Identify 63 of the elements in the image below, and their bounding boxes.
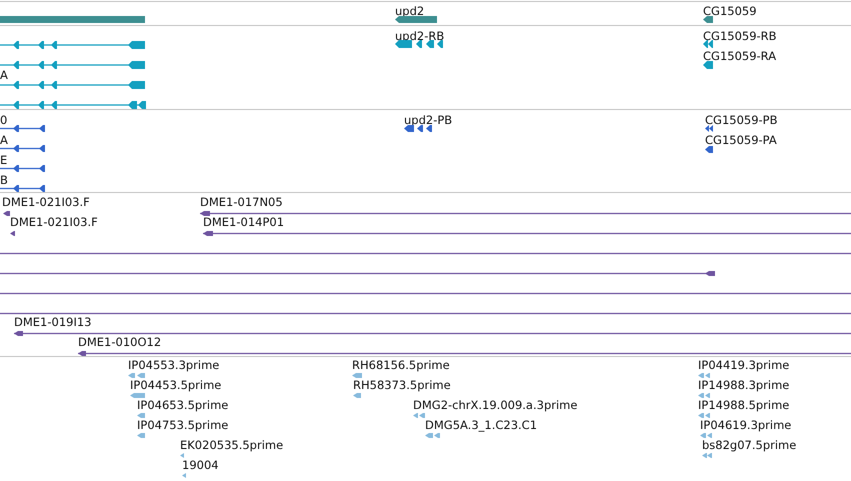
- feature-label: CG15059-RB: [703, 29, 777, 43]
- feature-label: B: [0, 173, 8, 187]
- feature-label: CG15059-PA: [705, 133, 777, 147]
- feature-label: upd2: [395, 4, 424, 18]
- est-glyph: [137, 412, 145, 418]
- est-glyph: [425, 432, 440, 438]
- feature-label: DMG5A.3_1.C23.C1: [425, 418, 538, 432]
- feature-label: A: [0, 68, 8, 82]
- est-glyph: [698, 372, 710, 378]
- feature-label: CG15059-RA: [703, 49, 776, 63]
- est-glyph: [698, 392, 710, 398]
- feature-label: A: [0, 133, 8, 147]
- feature-label: EK020535.5prime: [180, 438, 284, 452]
- feature-label: DME1-019I13: [14, 315, 92, 329]
- feature-label: RH58373.5prime: [353, 378, 451, 392]
- est-glyph: [180, 452, 184, 458]
- feature-label: 0: [0, 113, 8, 127]
- est-glyph: [413, 412, 425, 418]
- transcript-glyph: [395, 40, 443, 48]
- est-glyph: [130, 392, 145, 398]
- est-glyph: [128, 372, 145, 378]
- protein-glyph: [0, 184, 45, 192]
- feature-label: CG15059: [703, 4, 757, 18]
- gene-glyph: [395, 16, 437, 22]
- feature-label: DME1-017N05: [200, 195, 283, 209]
- feature-label: bs82g07.5prime: [702, 438, 796, 452]
- feature-label: DMG2-chrX.19.009.a.3prime: [413, 398, 578, 412]
- feature-label: 19004: [182, 458, 219, 472]
- est-glyph: [702, 452, 712, 458]
- gene-glyph: [703, 16, 713, 22]
- transcript-glyph: [703, 40, 713, 48]
- feature-label: DME1-021I03.F: [10, 215, 98, 229]
- feature-label: upd2-PB: [404, 113, 452, 127]
- est-glyph: [353, 392, 361, 398]
- feature-label: DME1-021I03.F: [2, 195, 90, 209]
- feature-label: IP04419.3prime: [698, 358, 790, 372]
- protein-glyph: [705, 124, 713, 132]
- feature-label: IP14988.3prime: [698, 378, 790, 392]
- est-glyph: [700, 432, 712, 438]
- est-glyph: [182, 472, 186, 478]
- feature-label: upd2-RB: [395, 29, 444, 43]
- feature-label: IP04553.3prime: [128, 358, 220, 372]
- feature-label: IP04619.3prime: [700, 418, 792, 432]
- feature-label: CG15059-PB: [705, 113, 778, 127]
- protein-glyph: [404, 124, 432, 132]
- feature-label: E: [0, 153, 8, 167]
- clone-glyph: [10, 230, 15, 236]
- feature-label: IP04753.5prime: [137, 418, 228, 432]
- feature-label: DME1-010O12: [78, 335, 162, 349]
- feature-label: RH68156.5prime: [352, 358, 450, 372]
- est-glyph: [352, 372, 362, 378]
- est-glyph: [698, 412, 710, 418]
- feature-label: DME1-014P01: [203, 215, 284, 229]
- protein-glyph: [0, 164, 45, 172]
- clone-glyph: [3, 210, 10, 216]
- feature-label: IP14988.5prime: [698, 398, 790, 412]
- protein-glyph: [705, 146, 713, 152]
- protein-glyph: [0, 124, 45, 132]
- protein-glyph: [0, 144, 45, 152]
- feature-label: IP04653.5prime: [137, 398, 228, 412]
- feature-label: IP04453.5prime: [130, 378, 222, 392]
- est-glyph: [137, 432, 145, 438]
- transcript-glyph: [703, 61, 713, 69]
